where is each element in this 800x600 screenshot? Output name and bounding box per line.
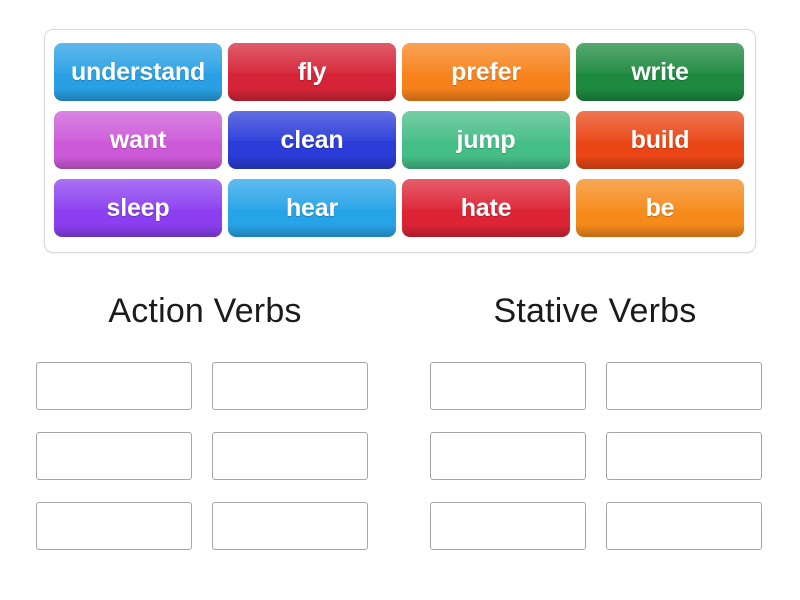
- tile-tray: understand fly prefer write want clean j…: [44, 29, 756, 253]
- draggable-tile[interactable]: be: [576, 179, 744, 237]
- tile-row: understand fly prefer write: [51, 38, 749, 106]
- tile-label: hate: [460, 193, 512, 222]
- draggable-tile[interactable]: jump: [402, 111, 570, 169]
- draggable-tile[interactable]: sleep: [54, 179, 222, 237]
- drop-slot[interactable]: [606, 432, 762, 480]
- tile-row: sleep hear hate be: [51, 174, 749, 242]
- drop-slot[interactable]: [606, 502, 762, 550]
- tile-label: want: [109, 125, 167, 154]
- drop-slot[interactable]: [36, 432, 192, 480]
- tile-row: want clean jump build: [51, 106, 749, 174]
- tile-label: clean: [280, 125, 344, 154]
- tile-label: be: [645, 193, 675, 222]
- tile-label: write: [631, 57, 689, 86]
- drop-slot[interactable]: [36, 362, 192, 410]
- drop-row: [430, 362, 768, 410]
- drop-row: [36, 362, 374, 410]
- tile-label: jump: [456, 125, 516, 154]
- draggable-tile[interactable]: prefer: [402, 43, 570, 101]
- drop-column-stative-verbs: [430, 362, 768, 572]
- draggable-tile[interactable]: understand: [54, 43, 222, 101]
- drop-slot[interactable]: [212, 362, 368, 410]
- drop-row: [36, 432, 374, 480]
- tile-label: prefer: [451, 57, 521, 86]
- tile-label: sleep: [106, 193, 170, 222]
- draggable-tile[interactable]: build: [576, 111, 744, 169]
- draggable-tile[interactable]: want: [54, 111, 222, 169]
- category-heading-stative-verbs: Stative Verbs: [493, 292, 697, 330]
- draggable-tile[interactable]: hate: [402, 179, 570, 237]
- draggable-tile[interactable]: hear: [228, 179, 396, 237]
- drop-slot[interactable]: [212, 432, 368, 480]
- tile-label: understand: [70, 57, 206, 86]
- draggable-tile[interactable]: write: [576, 43, 744, 101]
- tile-label: fly: [297, 57, 327, 86]
- drop-slot[interactable]: [430, 362, 586, 410]
- draggable-tile[interactable]: clean: [228, 111, 396, 169]
- category-heading-action-verbs: Action Verbs: [108, 292, 302, 330]
- drop-row: [36, 502, 374, 550]
- drop-row: [430, 432, 768, 480]
- drop-slot[interactable]: [212, 502, 368, 550]
- tile-label: hear: [285, 193, 338, 222]
- activity-stage: understand fly prefer write want clean j…: [0, 0, 800, 600]
- drop-row: [430, 502, 768, 550]
- drop-slot[interactable]: [430, 502, 586, 550]
- drop-slot[interactable]: [606, 362, 762, 410]
- draggable-tile[interactable]: fly: [228, 43, 396, 101]
- tile-label: build: [630, 125, 690, 154]
- drop-slot[interactable]: [36, 502, 192, 550]
- drop-column-action-verbs: [36, 362, 374, 572]
- drop-slot[interactable]: [430, 432, 586, 480]
